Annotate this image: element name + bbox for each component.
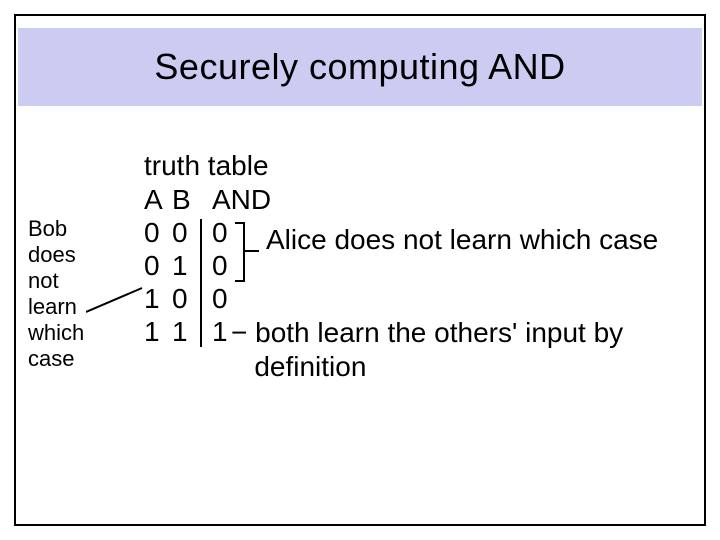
cell-r2-b: 0 xyxy=(172,283,188,315)
title-band: Securely computing AND xyxy=(18,28,702,106)
slide-content: truth table A B AND 0 0 0 0 1 0 1 0 0 1 … xyxy=(16,106,704,524)
cell-r3-a: 1 xyxy=(144,316,160,348)
col-header-a: A xyxy=(144,184,163,216)
cell-r3-out: 1 xyxy=(212,316,228,348)
alice-bracket-icon xyxy=(235,222,245,282)
col-header-b: B xyxy=(172,184,191,216)
bob-annotation: Bob does not learn which case xyxy=(28,216,84,372)
col-header-and: AND xyxy=(212,184,271,216)
cell-r1-a: 0 xyxy=(144,250,160,282)
both-annotation: − both learn the others' input by defini… xyxy=(231,316,623,384)
bob-pointer-line xyxy=(86,284,162,314)
cell-r0-out: 0 xyxy=(212,217,228,249)
cell-r3-b: 1 xyxy=(172,316,188,348)
alice-annotation: Alice does not learn which case xyxy=(266,224,658,256)
cell-r0-a: 0 xyxy=(144,217,160,249)
alice-bracket-tick xyxy=(245,250,259,252)
cell-r1-out: 0 xyxy=(212,250,228,282)
slide-frame: Securely computing AND truth table A B A… xyxy=(14,14,706,526)
cell-r2-out: 0 xyxy=(212,283,228,315)
table-divider-line xyxy=(200,219,202,347)
slide-title: Securely computing AND xyxy=(154,46,565,88)
truth-table-heading: truth table xyxy=(144,150,269,182)
cell-r0-b: 0 xyxy=(172,217,188,249)
cell-r1-b: 1 xyxy=(172,250,188,282)
